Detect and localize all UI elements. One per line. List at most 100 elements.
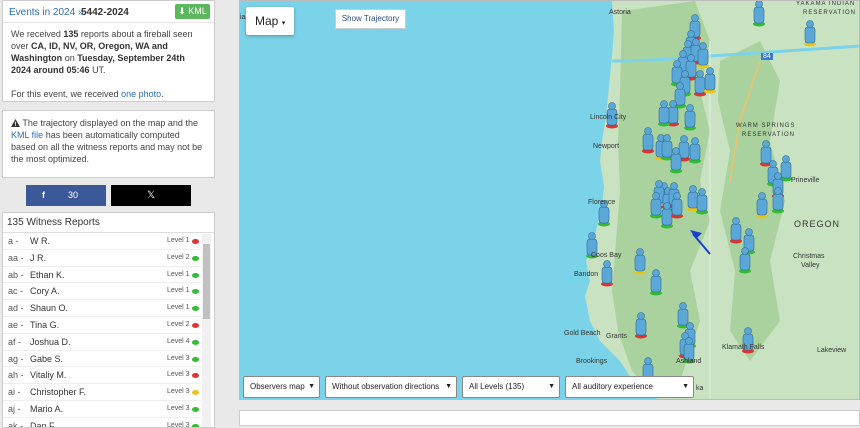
event-header: Events in 2024 » 5442-2024 ⬇ KML [3,1,214,23]
witness-id: af - [8,336,22,347]
map-label-ia: ia [240,14,246,21]
witness-name: Shaun O. [30,303,69,314]
level-indicator-icon [192,339,199,345]
witness-row[interactable]: ah - Vitaliy M. Level 3 [3,367,201,385]
witness-level: Level 4 [167,337,190,345]
map-label-yakama: YAKAMA INDIAN [796,1,856,7]
witness-row[interactable]: aa - J R. Level 2 [3,250,201,267]
witness-row[interactable]: aj - Mario A. Level 3 [3,401,201,418]
witness-name: Vitaliy M. [30,370,67,381]
witness-name: Joshua D. [30,336,71,347]
witness-row[interactable]: ak - Dan F. Level 3 [3,418,201,428]
witness-scrollbar[interactable] [202,234,211,427]
map-label-klamath-falls: Klamath Falls [722,344,765,351]
scrollbar-thumb[interactable] [203,244,210,319]
witness-name: Ethan K. [30,269,65,280]
witness-level: Level 1 [167,287,190,295]
map-label-prineville: Prineville [791,177,820,184]
witness-name: J R. [30,252,47,263]
observers-map-select[interactable]: Observers map ▼ [243,376,320,398]
kml-download-button[interactable]: ⬇ KML [175,4,210,19]
witness-level: Level 3 [167,388,190,396]
map-view[interactable]: Astoria YAKAMA INDIAN RESERVATION 84 Lin… [239,0,860,400]
witness-name: Christopher F. [30,387,87,398]
witness-row[interactable]: ag - Gabe S. Level 3 [3,351,201,368]
show-trajectory-button[interactable]: Show Trajectory [335,9,406,29]
witness-level: Level 3 [167,371,190,379]
map-label-valley: Valley [801,262,820,269]
witness-level: Level 3 [167,404,190,412]
level-indicator-icon [192,373,199,379]
witness-id: ae - [8,319,24,330]
chevron-down-icon: ▼ [682,383,689,390]
map-label-grants: Grants [606,333,628,340]
witness-row[interactable]: ae - Tina G. Level 2 [3,317,201,334]
x-icon: 𝕏 [146,190,156,201]
level-indicator-icon [192,322,199,328]
witness-id: a - [8,236,19,246]
witness-level: Level 1 [167,237,190,244]
witness-name: Tina G. [30,319,60,330]
witness-name: Dan F. [30,420,57,428]
map-canvas[interactable] [240,1,860,400]
map-label-florence: Florence [588,199,616,206]
levels-select[interactable]: All Levels (135) ▼ [462,376,560,398]
photo-text: For this event, we received one photo. [11,89,164,99]
map-label-lincoln-city: Lincoln City [590,114,627,121]
x-share-button[interactable]: 𝕏 [111,185,191,206]
witness-row[interactable]: af - Joshua D. Level 4 [3,334,201,351]
witness-level: Level 3 [167,421,190,428]
map-label-brookings: Brookings [576,358,608,365]
level-indicator-icon [192,390,199,396]
map-label-coos-bay: Coos Bay [591,252,622,259]
witness-name: Gabe S. [30,353,64,364]
chevron-down-icon: ▼ [548,383,555,390]
caret-down-icon: ▾ [281,20,286,27]
witness-id: ai - [8,387,21,398]
level-indicator-icon [192,239,199,244]
witness-id: ad - [8,303,24,314]
witness-row[interactable]: ad - Shaun O. Level 1 [3,300,201,317]
witness-id: ab - [8,269,24,280]
witness-id: aj - [8,403,21,414]
map-label-ka: ka [696,385,704,392]
witness-name: Mario A. [30,403,64,414]
facebook-share-button[interactable]: f 30 [26,185,106,206]
photo-link[interactable]: one photo [121,89,161,99]
witness-level: Level 3 [167,354,190,362]
event-summary-panel: Events in 2024 » 5442-2024 ⬇ KML We rece… [2,0,215,102]
level-indicator-icon [192,255,199,261]
chevron-down-icon: ▼ [445,383,452,390]
witness-row[interactable]: ab - Ethan K. Level 1 [3,267,201,284]
map-type-button[interactable]: Map ▾ [246,7,294,35]
map-label-astoria: Astoria [609,9,631,16]
witness-level: Level 2 [167,320,190,328]
map-label-newport: Newport [593,143,620,150]
level-indicator-icon [192,272,199,278]
witness-row[interactable]: a - W R. Level 1 [3,233,201,250]
witness-id: ac - [8,286,24,297]
events-year-link[interactable]: Events in 2024 » [9,7,84,18]
kml-file-link[interactable]: KML file [11,130,43,140]
witness-id: ag - [8,353,24,364]
observation-directions-select[interactable]: Without observation directions ▼ [325,376,457,398]
map-label-warm-springs-reservation: RESERVATION [742,132,796,138]
level-indicator-icon [192,406,199,412]
auditory-experience-select[interactable]: All auditory experience ▼ [565,376,694,398]
witness-id: ak - [8,420,24,428]
trajectory-notice: The trajectory displayed on the map and … [2,110,215,178]
map-label-yakama-reservation: RESERVATION [803,10,857,16]
map-label-lakeview: Lakeview [817,347,847,354]
witness-row[interactable]: ac - Cory A. Level 1 [3,283,201,301]
witness-reports-title: 135 Witness Reports [3,213,214,233]
download-icon: ⬇ [178,6,186,16]
map-label-oregon: OREGON [794,219,841,229]
witness-name: W R. [30,236,50,246]
facebook-icon: f [42,190,45,200]
witness-row[interactable]: ai - Christopher F. Level 3 [3,384,201,401]
chevron-down-icon: ▼ [308,383,315,390]
witness-list: a - W R. Level 1 aa - J R. Level 2 ab - Ethan K… [3,233,214,428]
witness-level: Level 1 [167,304,190,312]
facebook-share-count: 30 [68,190,79,200]
event-summary-text: We received 135 reports about a fireball… [11,29,193,75]
